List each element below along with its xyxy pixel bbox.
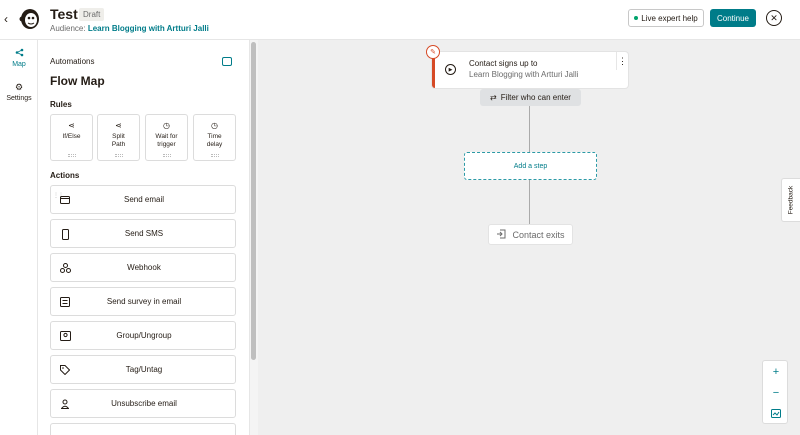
action-label: Send SMS <box>124 229 164 238</box>
actions-heading: Actions <box>50 171 80 180</box>
action-webhook[interactable]: Webhook <box>50 253 236 282</box>
live-help-label: Live expert help <box>641 13 698 23</box>
action-label: Send survey in email <box>106 297 182 306</box>
drag-handle-icon[interactable] <box>210 154 219 157</box>
zoom-out-button[interactable]: − <box>763 382 789 403</box>
action-label: Unsubscribe email <box>111 399 177 408</box>
audience-link[interactable]: Learn Blogging with Artturi Jalli <box>88 24 209 33</box>
action-label: Tag/Untag <box>125 365 163 374</box>
rule-label: Wait for trigger <box>155 133 178 148</box>
action-label: Group/Ungroup <box>116 331 172 340</box>
action-send-survey[interactable]: Send survey in email <box>50 287 236 316</box>
panel-scroll-thumb[interactable] <box>251 42 256 360</box>
more-options-icon[interactable]: ⋮ <box>616 52 628 70</box>
live-expert-help-button[interactable]: Live expert help <box>628 9 704 27</box>
audience-label: Audience: <box>50 24 86 33</box>
panel-label: Automations <box>50 57 95 66</box>
flow-icon <box>0 48 38 59</box>
contact-exits-node: Contact exits <box>488 224 573 245</box>
filter-label: Filter who can enter <box>500 93 571 102</box>
trigger-title: Contact signs up to <box>469 59 538 68</box>
left-rail: Map ⚙ Settings <box>0 40 38 435</box>
online-dot-icon <box>634 16 639 20</box>
minimap-icon[interactable] <box>763 403 789 424</box>
action-unsubscribe-email[interactable]: Unsubscribe email <box>50 389 236 418</box>
action-tag-untag[interactable]: Tag/Untag <box>50 355 236 384</box>
audience-line: Audience: Learn Blogging with Artturi Ja… <box>50 24 209 33</box>
filter-icon: ⇄ <box>490 93 497 102</box>
clock-icon: ◷ <box>163 121 170 130</box>
continue-button[interactable]: Continue <box>710 9 756 27</box>
back-icon[interactable]: ‹ <box>4 12 8 26</box>
drag-handle-icon[interactable] <box>162 154 171 157</box>
rule-wait-for-trigger[interactable]: ◷ Wait for trigger <box>145 114 188 161</box>
exit-label: Contact exits <box>512 229 565 240</box>
action-partial[interactable] <box>50 423 236 435</box>
play-icon: ▶ <box>445 64 456 75</box>
action-label: Send email <box>123 195 165 204</box>
trigger-card[interactable]: ▶ Contact signs up to Learn Blogging wit… <box>432 52 628 88</box>
exit-icon <box>496 229 506 241</box>
drag-handle-icon[interactable] <box>67 154 76 157</box>
zoom-controls: + − <box>762 360 788 424</box>
rule-if-else[interactable]: ⋖ If/Else <box>50 114 93 161</box>
action-send-email[interactable]: ⋮⋮ Send email <box>50 185 236 214</box>
filter-who-can-enter-button[interactable]: ⇄ Filter who can enter <box>480 89 581 106</box>
split-icon: ⋖ <box>115 121 122 130</box>
flow-connector <box>529 180 530 224</box>
timer-icon: ◷ <box>211 121 218 130</box>
gear-icon: ⚙ <box>14 82 24 92</box>
rule-label: Split Path <box>111 133 126 148</box>
add-step-button[interactable]: Add a step <box>464 152 597 180</box>
flow-connector <box>529 106 530 152</box>
panel-title: Flow Map <box>50 74 105 88</box>
feedback-tab[interactable]: Feedback <box>781 178 800 222</box>
edit-pencil-icon[interactable]: ✎ <box>426 45 440 59</box>
page-title: Test <box>50 6 78 22</box>
branch-icon: ⋖ <box>68 121 75 130</box>
status-badge: Draft <box>79 8 105 21</box>
rule-time-delay[interactable]: ◷ Time delay <box>193 114 236 161</box>
rule-split-path[interactable]: ⋖ Split Path <box>97 114 140 161</box>
feedback-label: Feedback <box>787 185 795 215</box>
flow-map-panel: Automations Flow Map Rules ⋖ If/Else ⋖ S… <box>38 40 250 435</box>
action-send-sms[interactable]: Send SMS <box>50 219 236 248</box>
rule-label: Time delay <box>206 133 223 148</box>
close-icon[interactable]: ✕ <box>766 10 782 26</box>
zoom-in-button[interactable]: + <box>763 361 789 382</box>
rail-item-map[interactable]: Map <box>0 48 38 68</box>
rules-heading: Rules <box>50 100 72 109</box>
rail-label-map: Map <box>12 61 26 68</box>
mailchimp-logo-icon <box>19 9 39 29</box>
action-group-ungroup[interactable]: Group/Ungroup <box>50 321 236 350</box>
action-label: Webhook <box>127 263 161 272</box>
drag-handle-icon[interactable] <box>114 154 123 157</box>
trigger-audience: Learn Blogging with Artturi Jalli <box>469 70 579 79</box>
rail-label-settings: Settings <box>6 95 32 102</box>
rail-item-settings[interactable]: ⚙ Settings <box>0 82 38 102</box>
panel-collapse-icon[interactable] <box>222 57 232 66</box>
rule-label: If/Else <box>62 133 81 140</box>
app-header: ‹ Test Draft Audience: Learn Blogging wi… <box>0 0 800 40</box>
